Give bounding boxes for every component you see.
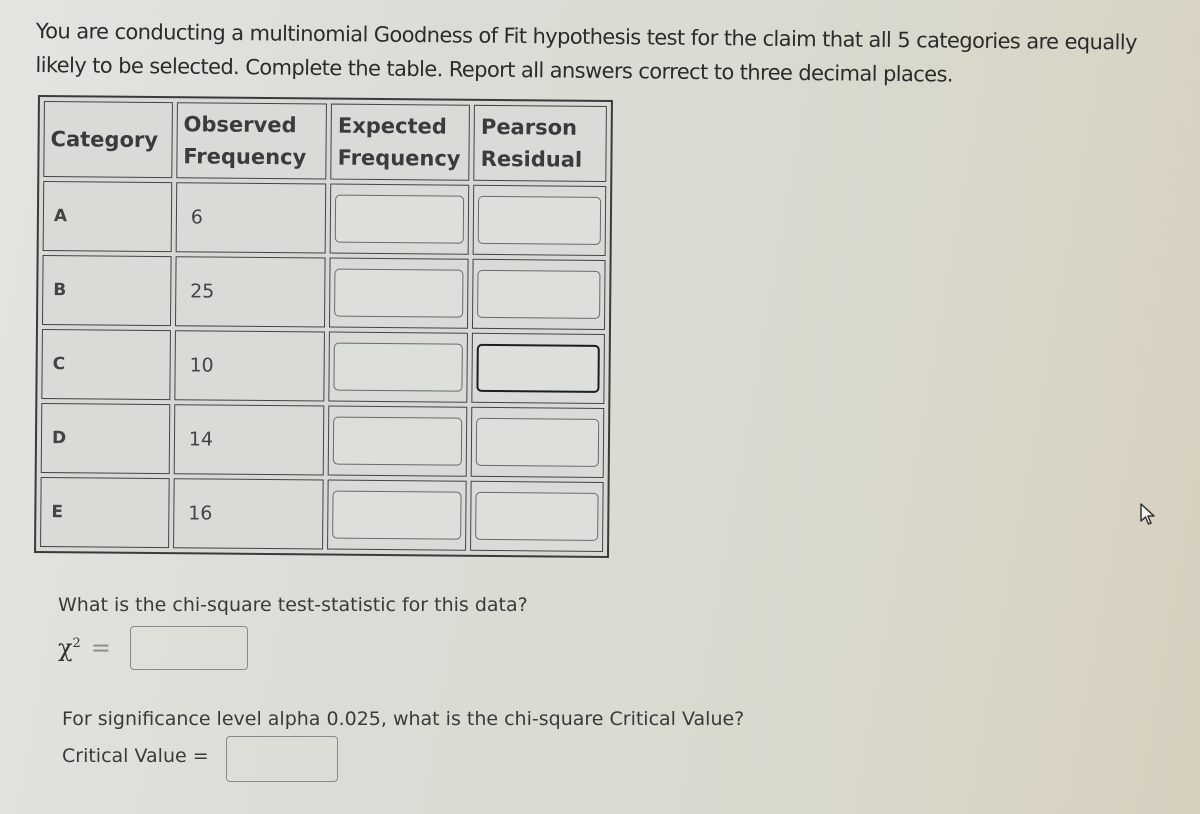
residual-input[interactable] [475,491,599,541]
expected-input[interactable] [333,342,464,392]
header-expected: Expected Frequency [330,103,471,181]
table-row: D 14 [40,403,605,478]
critical-value-input[interactable] [226,736,338,782]
residual-input[interactable] [476,343,600,393]
expected-input[interactable] [332,416,463,466]
category-cell: D [40,403,171,475]
category-cell: B [41,255,172,327]
category-cell: C [41,329,171,401]
equals-sign: = [90,634,111,662]
observed-cell: 10 [174,330,326,402]
residual-input[interactable] [476,417,600,467]
residual-input[interactable] [477,195,602,245]
observed-cell: 16 [172,478,324,550]
table-row: C 10 [41,329,605,404]
header-observed: Observed Frequency [176,102,328,180]
header-category: Category [43,101,173,179]
table-row: B 25 [41,255,606,330]
expected-input[interactable] [334,194,465,244]
header-residual: Pearson Residual [473,104,607,182]
chi-square-label: χ2 = [58,634,111,662]
category-cell: E [40,477,170,549]
question-prompt: You are conducting a multinomial Goodnes… [35,18,1137,87]
table-header-row: Category Observed Frequency Expected Fre… [43,101,607,182]
test-statistic-question: What is the chi-square test-statistic fo… [58,594,528,616]
mouse-pointer-icon [1140,503,1155,525]
chi-exponent: 2 [72,636,81,651]
expected-input[interactable] [332,490,462,540]
table-row: E 16 [40,477,604,552]
expected-input[interactable] [334,268,464,318]
chi-symbol: χ [58,634,73,662]
goodness-of-fit-table: Category Observed Frequency Expected Fre… [34,95,613,559]
observed-cell: 14 [173,404,325,476]
category-cell: A [42,181,173,253]
chi-square-input[interactable] [130,626,248,670]
table-row: A 6 [42,181,607,256]
critical-value-question: For significance level alpha 0.025, what… [62,708,745,730]
observed-cell: 6 [175,182,327,254]
observed-cell: 25 [174,256,326,328]
critical-value-label: Critical Value = [62,745,209,767]
residual-input[interactable] [477,269,601,319]
